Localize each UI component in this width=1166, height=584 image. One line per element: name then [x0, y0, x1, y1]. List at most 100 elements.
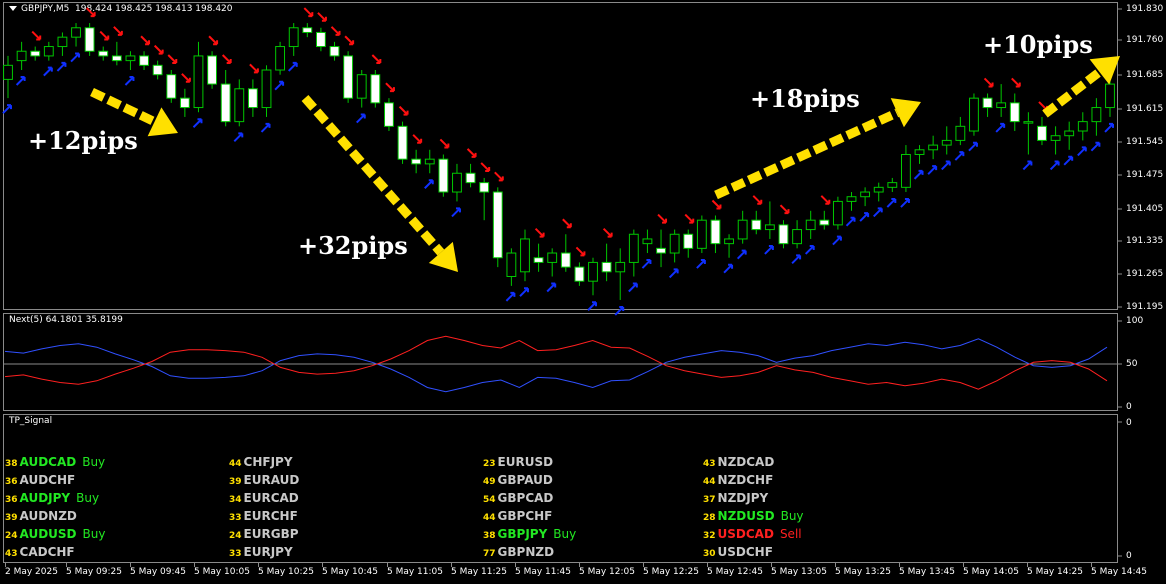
- time-axis-tick: [899, 563, 900, 567]
- signal-count: 36: [5, 495, 18, 505]
- oscillator-red-line: [4, 335, 1108, 390]
- time-axis-label: 5 May 10:45: [322, 567, 378, 577]
- price-axis-label: 191.195: [1126, 302, 1164, 312]
- candle-body: [819, 219, 830, 226]
- signal-row-gbpcad: 54 GBPCAD: [483, 491, 553, 505]
- candle-body: [370, 74, 381, 104]
- candle-body: [710, 219, 721, 245]
- candle-body: [329, 46, 340, 57]
- sell-arrow-icon: [657, 213, 668, 224]
- signal-pair: EURGBP: [243, 527, 299, 541]
- candle-body: [139, 55, 149, 66]
- time-axis-label: 5 May 12:05: [579, 567, 635, 577]
- candle-body: [533, 257, 544, 263]
- candle-body: [302, 27, 313, 33]
- signal-count: 43: [703, 459, 716, 469]
- pips-annotation: +10pips: [983, 30, 1093, 59]
- signal-action: Buy: [76, 491, 100, 505]
- signal-count: 36: [5, 477, 18, 487]
- time-axis-tick: [130, 563, 131, 567]
- trend-arrow-3-head-icon: [890, 98, 921, 128]
- price-axis-label: 191.475: [1126, 170, 1164, 180]
- signal-row-gbpjpy: 38 GBPJPY Buy: [483, 527, 576, 541]
- time-axis-label: 5 May 10:05: [194, 567, 250, 577]
- candle-body: [873, 186, 884, 193]
- time-axis-tick: [835, 563, 836, 567]
- sell-arrow-icon: [221, 54, 232, 65]
- buy-arrow-icon: [668, 268, 679, 279]
- signal-count: 38: [483, 531, 496, 541]
- signal-pair: GBPCAD: [497, 491, 554, 505]
- candle-body: [724, 238, 734, 245]
- buy-arrow-icon: [1104, 122, 1114, 133]
- buy-arrow-icon: [1063, 155, 1074, 166]
- candle-body: [424, 158, 435, 165]
- signal-count: 77: [483, 549, 496, 559]
- time-axis-tick: [1027, 563, 1028, 567]
- candle-body: [520, 238, 530, 273]
- sell-arrow-icon: [371, 54, 382, 65]
- pips-annotation: +12pips: [28, 126, 138, 155]
- candle-body: [1009, 102, 1020, 123]
- signal-count: 39: [229, 477, 242, 487]
- signal-pair: AUDCHF: [19, 473, 76, 487]
- signal-row-euraud: 39 EURAUD: [229, 473, 299, 487]
- candle-body: [1091, 107, 1102, 123]
- signal-count: 54: [483, 495, 496, 505]
- sell-arrow-icon: [249, 63, 259, 74]
- candle-body: [792, 229, 803, 245]
- price-axis-label: 191.830: [1126, 4, 1164, 14]
- time-axis-tick: [579, 563, 580, 567]
- buy-arrow-icon: [587, 301, 598, 311]
- oscillator-blue-line: [4, 338, 1108, 393]
- signal-row-gbpnzd: 77 GBPNZD: [483, 545, 554, 559]
- signal-row-gbpaud: 49 GBPAUD: [483, 473, 553, 487]
- candle-body: [969, 97, 979, 132]
- signal-count: 32: [703, 531, 716, 541]
- time-axis-label: 5 May 11:25: [451, 567, 507, 577]
- sell-arrow-icon: [480, 162, 491, 172]
- signal-count: 44: [703, 477, 716, 487]
- buy-arrow-icon: [900, 198, 910, 208]
- time-axis-label: 5 May 13:45: [899, 567, 955, 577]
- candle-body: [71, 27, 81, 38]
- time-axis-tick: [322, 563, 323, 567]
- time-axis-label: 5 May 14:45: [1091, 567, 1147, 577]
- signal-row-eurgbp: 24 EURGBP: [229, 527, 299, 541]
- buy-arrow-icon: [641, 259, 652, 269]
- buy-arrow-icon: [15, 76, 26, 86]
- signal-pair: EURAUD: [243, 473, 300, 487]
- candle-body: [683, 233, 694, 249]
- buy-arrow-icon: [70, 52, 81, 63]
- time-axis-tick: [387, 563, 388, 567]
- signal-row-eurusd: 23 EURUSD: [483, 455, 553, 469]
- signal-pair: EURJPY: [243, 545, 293, 559]
- buy-arrow-icon: [614, 305, 625, 316]
- price-axis-label: 191.685: [1126, 70, 1164, 80]
- signal-row-audjpy: 36 AUDJPY Buy: [5, 491, 99, 505]
- buy-arrow-icon: [1022, 160, 1033, 171]
- signal-row-audusd: 24 AUDUSD Buy: [5, 527, 105, 541]
- candle-body: [751, 219, 762, 231]
- osc-axis-label: 0: [1126, 402, 1132, 412]
- candle-body: [111, 55, 122, 62]
- candle-body: [16, 50, 27, 62]
- signal-count: 28: [703, 513, 716, 523]
- sell-arrow-icon: [494, 171, 504, 182]
- signal-row-audnzd: 39 AUDNZD: [5, 509, 77, 523]
- sell-arrow-icon: [398, 105, 409, 116]
- signal-row-usdchf: 30 USDCHF: [703, 545, 773, 559]
- sell-arrow-icon: [684, 213, 695, 224]
- candle-body: [1037, 125, 1047, 141]
- candle-body: [982, 97, 993, 109]
- signal-count: 39: [5, 513, 18, 523]
- time-axis-tick: [258, 563, 259, 567]
- candle-body: [275, 46, 286, 71]
- signal-pair: USDCAD: [717, 527, 774, 541]
- buy-arrow-icon: [696, 259, 706, 269]
- signal-pair: GBPCHF: [497, 509, 553, 523]
- signal-pair: GBPAUD: [497, 473, 553, 487]
- signal-count: 23: [483, 459, 496, 469]
- signal-pair: NZDCAD: [717, 455, 775, 469]
- signal-row-gbpchf: 44 GBPCHF: [483, 509, 552, 523]
